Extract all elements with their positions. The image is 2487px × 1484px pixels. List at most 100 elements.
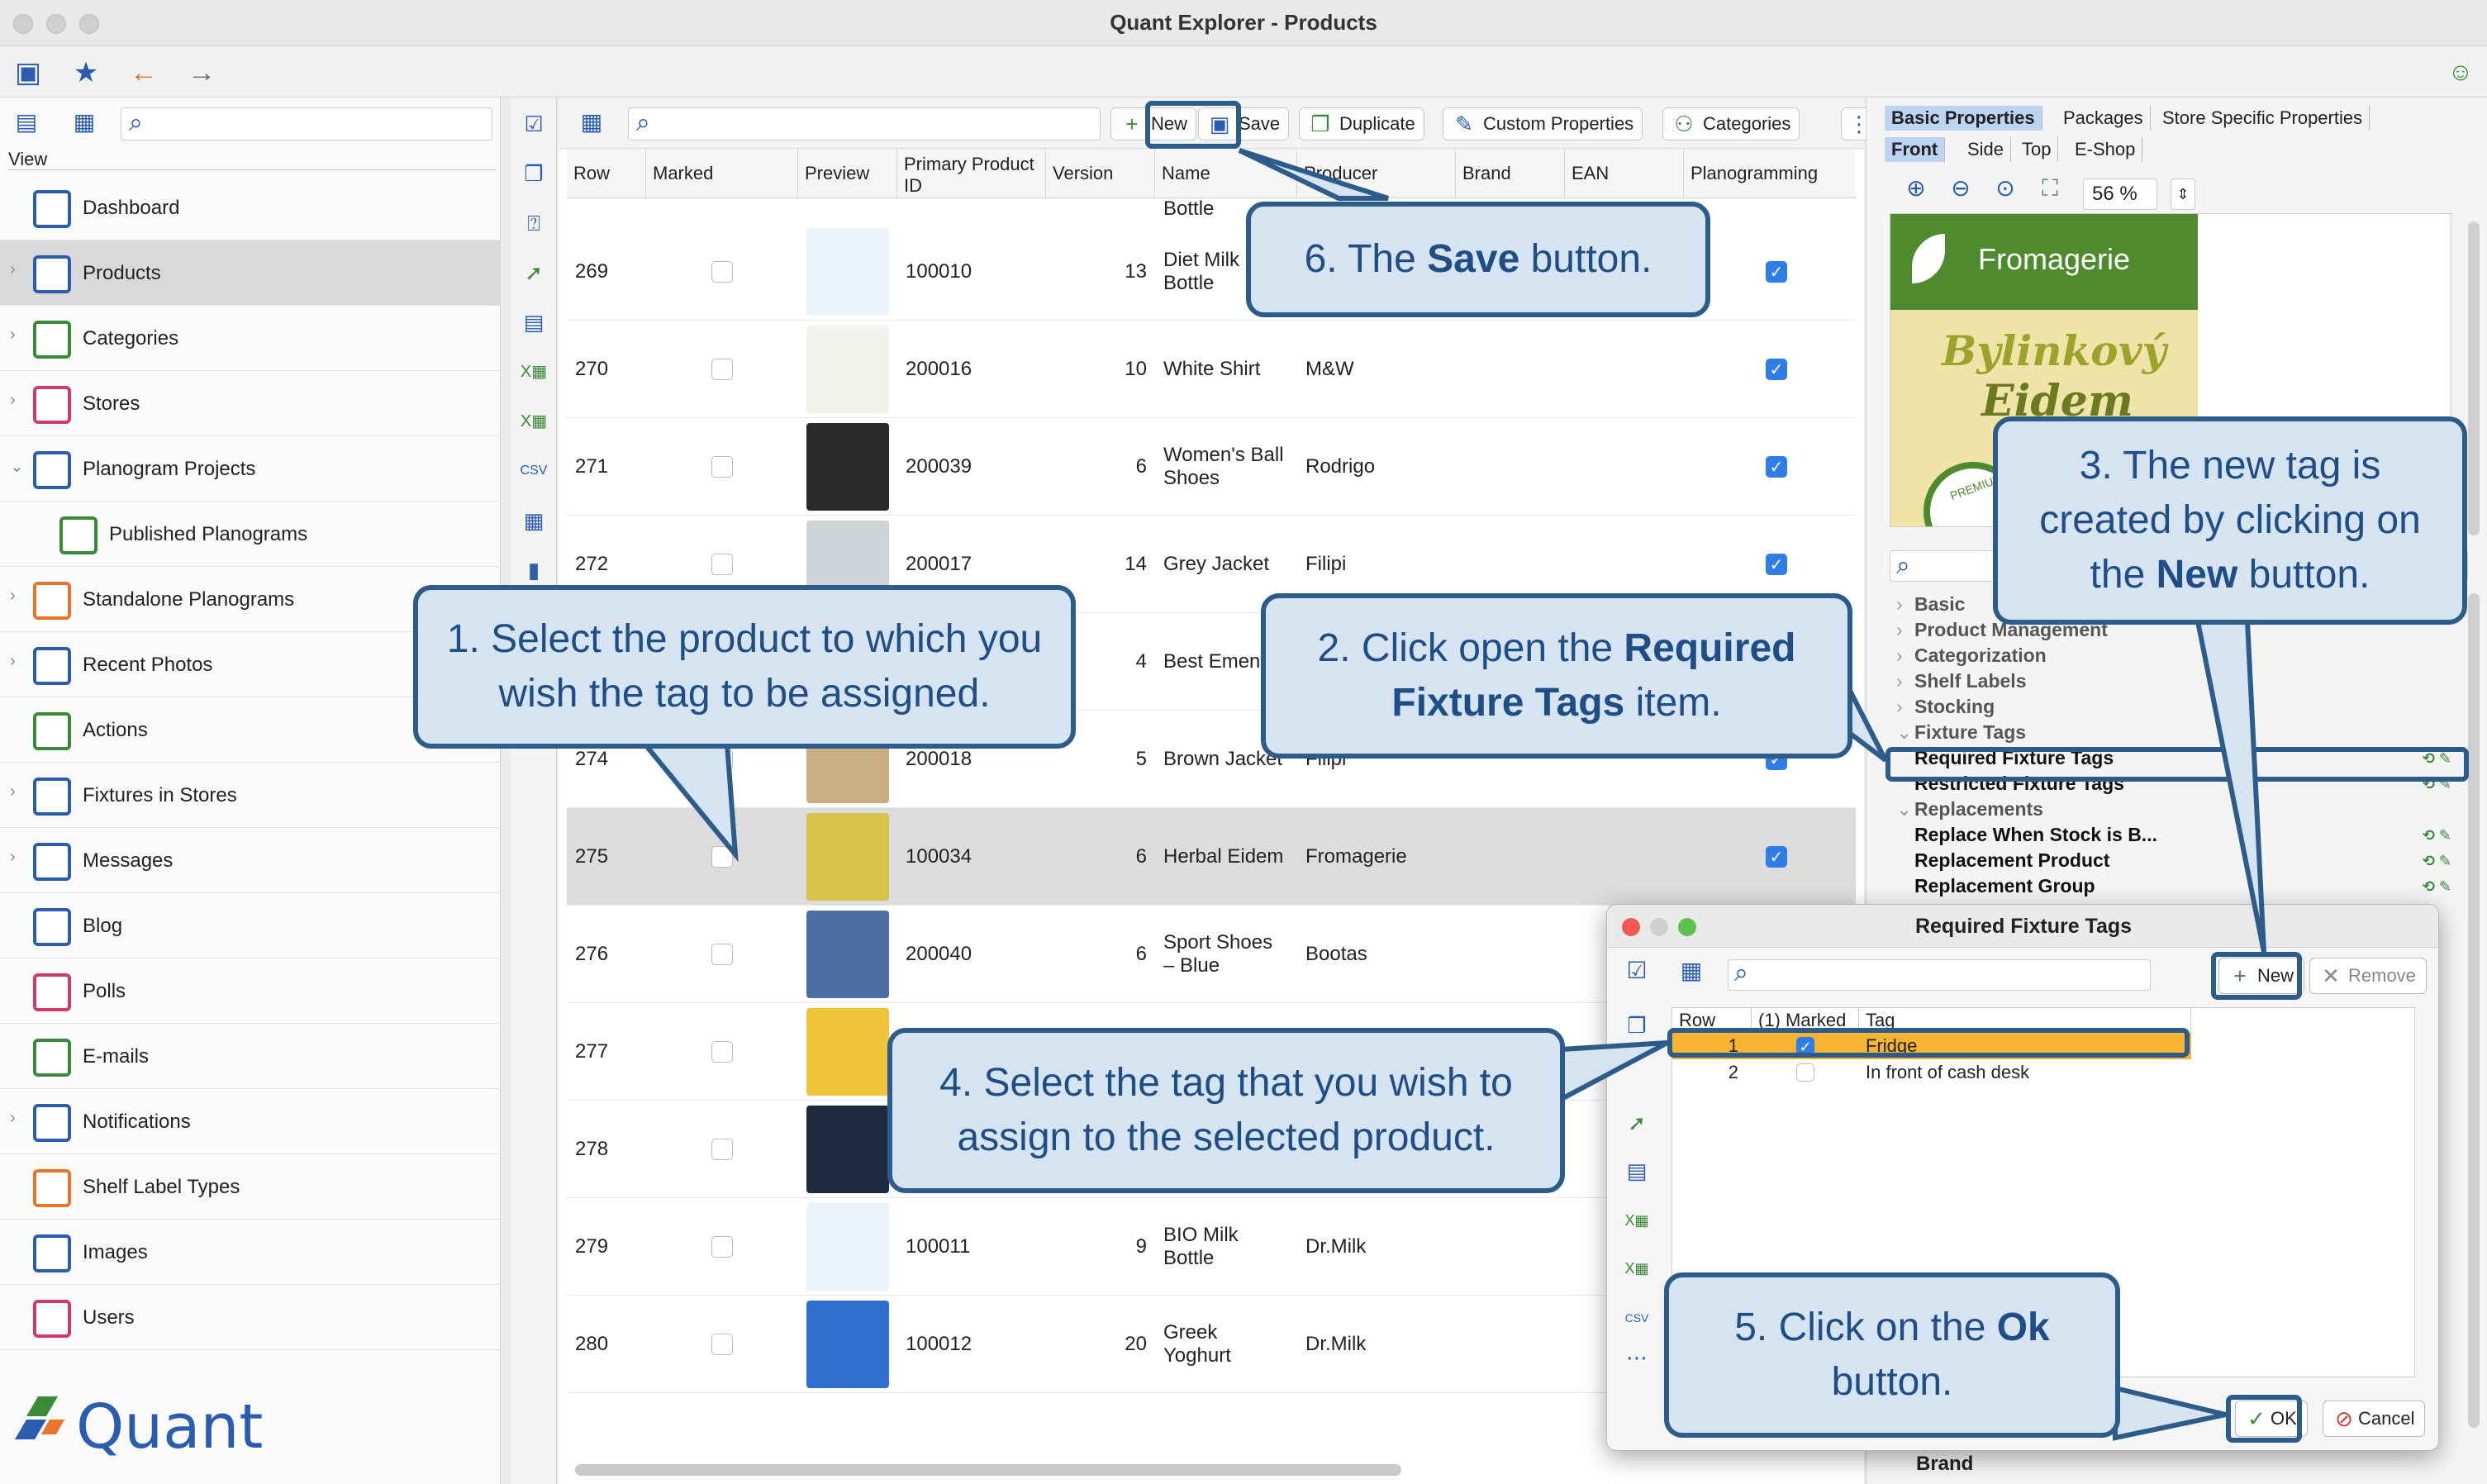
sidebar-item-shelf-label-types[interactable]: Shelf Label Types: [0, 1154, 501, 1220]
duplicate-button[interactable]: ❐ Duplicate: [1299, 107, 1424, 140]
tag-marked-checkbox[interactable]: [1796, 1063, 1814, 1082]
planogramming-checkbox[interactable]: ✓: [1766, 846, 1787, 868]
zoom-level-field[interactable]: 56 %: [2083, 178, 2157, 210]
categories-button[interactable]: ⚇ Categories: [1662, 107, 1800, 140]
tab-store-specific-properties[interactable]: Store Specific Properties: [2156, 106, 2370, 131]
excel-import-icon[interactable]: X▦: [519, 407, 549, 436]
sidebar-item-published-planograms[interactable]: Published Planograms: [0, 502, 501, 567]
view-mode-icon[interactable]: ▤: [10, 106, 43, 139]
table-row[interactable]: 271 200039 6 Women's Ball Shoes Rodrigo ✓: [567, 418, 1856, 516]
sidebar-item-categories[interactable]: › Categories: [0, 306, 501, 371]
property-actions-icon[interactable]: ⟲ ✎: [2423, 853, 2451, 870]
property-actions-icon[interactable]: ⟲ ✎: [2423, 878, 2451, 896]
dialog-excel-export-icon[interactable]: X▦: [1622, 1206, 1652, 1235]
fullscreen-icon[interactable]: ⛶: [2033, 172, 2066, 205]
tab-view-e-shop[interactable]: E-Shop: [2068, 137, 2143, 162]
sidebar-item-e-mails[interactable]: E-mails: [0, 1024, 501, 1089]
property-replacements[interactable]: ⌄ Replacements: [1890, 798, 2476, 824]
zoom-in-icon[interactable]: ⊕: [1900, 172, 1933, 205]
marked-checkbox[interactable]: [711, 1139, 733, 1160]
horizontal-scrollbar[interactable]: [575, 1464, 1401, 1476]
marked-checkbox[interactable]: [711, 846, 733, 868]
zoom-fit-icon[interactable]: ⊙: [1989, 172, 2022, 205]
dialog-excel-import-icon[interactable]: X▦: [1622, 1253, 1652, 1283]
dialog-minimize-button[interactable]: [1650, 918, 1668, 936]
property-replacement-product[interactable]: Replacement Product ⟲ ✎: [1890, 849, 2476, 875]
chevron-right-icon[interactable]: ›: [1896, 619, 1903, 641]
sidebar-item-fixtures-in-stores[interactable]: › Fixtures in Stores: [0, 763, 501, 828]
chevron-right-icon[interactable]: ›: [10, 848, 16, 867]
sidebar-toggle-icon[interactable]: ▣: [12, 56, 45, 89]
dialog-remove-button[interactable]: ✕ Remove: [2309, 958, 2427, 994]
sidebar-item-users[interactable]: Users: [0, 1285, 501, 1350]
cursor-select-icon[interactable]: ➚: [519, 258, 549, 288]
sidebar-item-images[interactable]: Images: [0, 1220, 501, 1285]
chevron-right-icon[interactable]: ›: [1896, 696, 1903, 718]
marked-checkbox[interactable]: [711, 554, 733, 575]
preview-scrollbar[interactable]: [2468, 221, 2480, 535]
column-header-preview[interactable]: Preview: [798, 149, 897, 198]
tab-basic-properties[interactable]: Basic Properties: [1885, 106, 2042, 131]
tab-view-top[interactable]: Top: [2015, 137, 2059, 162]
dialog-copy-icon[interactable]: ❐: [1622, 1011, 1652, 1040]
table-settings-icon[interactable]: ▦: [68, 106, 101, 139]
csv-export-icon[interactable]: CSV: [519, 456, 549, 486]
sidebar-item-stores[interactable]: › Stores: [0, 371, 501, 436]
chevron-right-icon[interactable]: ›: [10, 326, 16, 345]
chevron-right-icon[interactable]: ›: [10, 391, 16, 410]
planogramming-checkbox[interactable]: ✓: [1766, 359, 1787, 380]
excel-export-icon[interactable]: X▦: [519, 357, 549, 387]
properties-scrollbar[interactable]: [2468, 593, 2480, 1428]
bar-chart-icon[interactable]: ▮: [519, 555, 549, 585]
column-header-producer[interactable]: Producer: [1297, 149, 1456, 198]
planogramming-checkbox[interactable]: ✓: [1766, 261, 1787, 283]
marked-checkbox[interactable]: [711, 456, 733, 478]
chevron-down-icon[interactable]: ⌄: [1896, 798, 1912, 820]
sidebar-item-blog[interactable]: Blog: [0, 893, 501, 958]
cancel-button[interactable]: ⊘ Cancel: [2323, 1401, 2426, 1437]
marked-checkbox[interactable]: [711, 1041, 733, 1063]
forward-arrow-icon[interactable]: →: [185, 56, 218, 89]
navigation-search-input[interactable]: [121, 107, 492, 140]
dialog-list-icon[interactable]: ▤: [1622, 1156, 1652, 1186]
property-stocking[interactable]: › Stocking: [1890, 696, 2476, 721]
column-header-brand[interactable]: Brand: [1456, 149, 1565, 198]
sidebar-item-planogram-projects[interactable]: ⌄ Planogram Projects: [0, 436, 501, 502]
marked-checkbox[interactable]: [711, 944, 733, 965]
sidebar-item-notifications[interactable]: › Notifications: [0, 1089, 501, 1154]
dialog-cursor-icon[interactable]: ➚: [1622, 1108, 1652, 1138]
column-header-marked[interactable]: Marked: [646, 149, 798, 198]
list-document-icon[interactable]: ▤: [519, 307, 549, 337]
dialog-close-button[interactable]: [1622, 918, 1640, 936]
chevron-right-icon[interactable]: ›: [10, 587, 16, 606]
property-shelf-labels[interactable]: › Shelf Labels: [1890, 670, 2476, 696]
zoom-out-icon[interactable]: ⊖: [1944, 172, 1977, 205]
table-row[interactable]: 275 100034 6 Herbal Eidem Fromagerie ✓: [567, 808, 1856, 906]
property-actions-icon[interactable]: ⟲ ✎: [2423, 827, 2451, 844]
chevron-right-icon[interactable]: ›: [10, 260, 16, 279]
column-header-primary-product-id[interactable]: Primary Product ID: [897, 149, 1046, 198]
tab-view-side[interactable]: Side: [1961, 137, 2012, 162]
marked-checkbox[interactable]: [711, 749, 733, 770]
favorites-star-icon[interactable]: ★: [69, 56, 102, 89]
dialog-columns-icon[interactable]: ▦: [1675, 954, 1708, 987]
chevron-right-icon[interactable]: ›: [10, 782, 16, 801]
dialog-zoom-button[interactable]: [1678, 918, 1696, 936]
chevron-right-icon[interactable]: ›: [1896, 644, 1903, 667]
tab-view-front[interactable]: Front: [1885, 137, 1946, 162]
chevron-right-icon[interactable]: ⌄: [10, 456, 24, 477]
back-arrow-icon[interactable]: ←: [127, 56, 160, 89]
check-list-icon[interactable]: ☑: [519, 109, 549, 139]
sidebar-item-polls[interactable]: Polls: [0, 958, 501, 1024]
table-row[interactable]: 270 200016 10 White Shirt M&W ✓: [567, 321, 1856, 418]
chevron-right-icon[interactable]: ›: [1896, 670, 1903, 692]
chevron-right-icon[interactable]: ›: [10, 1109, 16, 1128]
column-header-planogramming[interactable]: Planogramming: [1684, 149, 1869, 198]
sidebar-item-products[interactable]: › Products: [0, 240, 501, 306]
dialog-csv-icon[interactable]: CSV: [1622, 1303, 1652, 1333]
marked-checkbox[interactable]: [711, 261, 733, 283]
custom-properties-button[interactable]: ✎ Custom Properties: [1443, 107, 1643, 140]
planogramming-checkbox[interactable]: ✓: [1766, 554, 1787, 575]
planogramming-checkbox[interactable]: ✓: [1766, 456, 1787, 478]
chevron-right-icon[interactable]: ›: [1896, 593, 1903, 616]
